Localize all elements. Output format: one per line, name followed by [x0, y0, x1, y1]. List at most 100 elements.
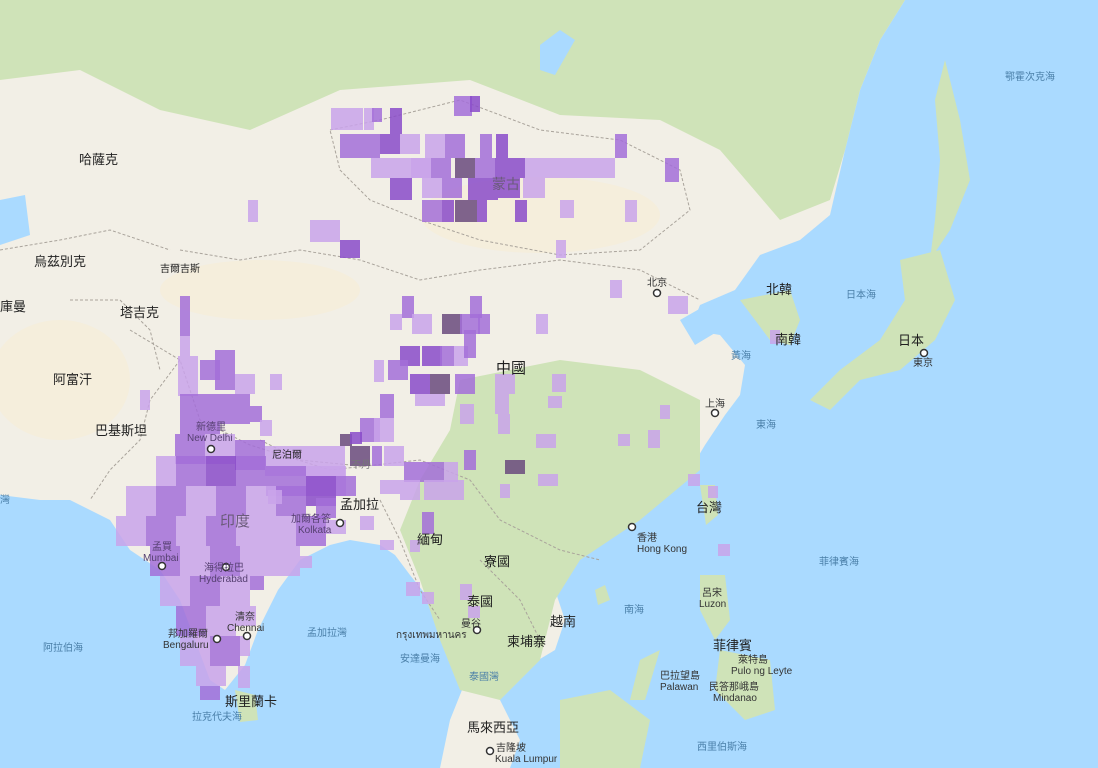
island-label-luzon[interactable]: 呂宋	[702, 586, 722, 599]
country-label-japan[interactable]: 日本	[898, 333, 924, 348]
bengaluru-marker[interactable]	[212, 634, 222, 644]
sea-label-celebes-sea: 西里伯斯海	[697, 740, 747, 753]
city-label-kualalumpur-latin[interactable]: Kuala Lumpur	[495, 754, 558, 765]
city-label-mumbai-latin[interactable]: Mumbai	[143, 553, 179, 564]
country-label-srilanka[interactable]: 斯里蘭卡	[225, 694, 277, 709]
city-label-newdelhi-latin[interactable]: New Delhi	[187, 433, 233, 444]
city-label-kolkata-latin[interactable]: Kolkata	[298, 525, 332, 536]
occurrence-cell-0	[331, 108, 363, 130]
occurrence-cell-91	[384, 446, 404, 466]
sea-label-gulf-thailand: 泰國灣	[469, 670, 499, 683]
city-label-hyderabad-latin[interactable]: Hyderabad	[199, 574, 248, 585]
city-label-chennai-latin[interactable]: Chennai	[227, 623, 264, 634]
beijing-marker[interactable]	[652, 288, 662, 298]
island-label-leyte-latin[interactable]: Pulo ng Leyte	[731, 666, 793, 677]
country-label-china[interactable]: 中國	[496, 360, 526, 377]
country-label-malaysia[interactable]: 馬來西亞	[467, 720, 519, 735]
country-label-india[interactable]: 印度	[220, 513, 250, 530]
city-label-chennai[interactable]: 清奈	[235, 610, 255, 623]
country-label-kazakhstan[interactable]: 哈薩克	[79, 152, 118, 167]
country-label-thailand[interactable]: 泰國	[467, 594, 493, 609]
hainan-island	[595, 585, 610, 605]
occurrence-cell-101	[648, 430, 660, 448]
occurrence-cell-18	[495, 158, 525, 178]
occurrence-cell-43	[412, 314, 432, 334]
city-label-tokyo[interactable]: 東京	[913, 356, 933, 369]
country-label-uzbekistan[interactable]: 烏茲別克	[34, 254, 86, 269]
country-label-bhutan[interactable]: 不丹	[351, 459, 371, 471]
city-label-bangkok-latin[interactable]: กรุงเทพมหานคร	[396, 630, 467, 641]
occurrence-cell-39	[556, 240, 566, 258]
island-label-luzon-latin[interactable]: Luzon	[699, 599, 726, 610]
occurrence-cell-79	[220, 394, 250, 424]
country-label-southkorea[interactable]: 南韓	[775, 332, 801, 347]
occurrence-cell-10	[445, 134, 465, 158]
occurrence-cell-6	[340, 134, 380, 158]
occurrence-cell-103	[688, 474, 700, 486]
country-label-northkorea[interactable]: 北韓	[766, 282, 792, 297]
city-label-hongkong[interactable]: 香港	[637, 532, 657, 544]
island-label-leyte[interactable]: 萊特島	[738, 653, 768, 666]
hongkong-marker[interactable]	[627, 522, 637, 532]
occurrence-cell-8	[400, 134, 420, 154]
occurrence-cell-42	[390, 314, 402, 330]
map-canvas[interactable]: 哈薩克 烏茲別克 吉爾吉斯 塔吉克 庫曼 阿富汗 巴基斯坦 蒙古 中國 尼泊爾 …	[0, 0, 1098, 768]
country-label-afghanistan[interactable]: 阿富汗	[53, 372, 92, 387]
city-label-newdelhi[interactable]: 新德里	[196, 420, 226, 433]
occurrence-cell-141	[250, 576, 264, 590]
occurrence-cell-88	[350, 432, 362, 444]
occurrence-cell-57	[410, 374, 430, 394]
occurrence-cell-80	[250, 406, 262, 422]
occurrence-cell-59	[455, 374, 475, 394]
country-label-cambodia[interactable]: 柬埔寨	[507, 634, 546, 649]
occurrence-cell-71	[180, 336, 190, 356]
country-label-tajikistan[interactable]: 塔吉克	[120, 305, 159, 320]
country-label-vietnam[interactable]: 越南	[550, 614, 576, 629]
occurrence-cell-99	[536, 434, 556, 448]
city-label-hongkong-latin[interactable]: Hong Kong	[637, 544, 687, 555]
occurrence-cell-12	[496, 134, 508, 158]
sea-label-east-sea: 東海	[756, 418, 776, 431]
city-label-bengaluru-latin[interactable]: Bengaluru	[163, 640, 209, 651]
shanghai-marker[interactable]	[710, 408, 720, 418]
occurrence-cell-110	[126, 486, 156, 516]
occurrence-cell-66	[548, 396, 562, 408]
occurrence-cell-77	[140, 390, 150, 410]
newdelhi-marker[interactable]	[206, 444, 216, 454]
country-label-philippines[interactable]: 菲律賓	[713, 638, 752, 653]
city-label-beijing[interactable]: 北京	[647, 276, 667, 289]
kualalumpur-marker[interactable]	[485, 746, 495, 756]
country-label-taiwan[interactable]: 台灣	[696, 500, 722, 515]
island-label-mindanao[interactable]: 民答那峨島	[709, 680, 759, 693]
occurrence-cell-64	[498, 414, 510, 434]
occurrence-cell-138	[160, 576, 190, 606]
country-label-kyrgyzstan[interactable]: 吉爾吉斯	[160, 262, 200, 275]
occurrence-cell-24	[422, 178, 442, 198]
country-label-bangladesh[interactable]: 孟加拉	[340, 497, 379, 512]
country-label-myanmar[interactable]: 緬甸	[417, 532, 443, 547]
country-label-pakistan[interactable]: 巴基斯坦	[95, 423, 147, 438]
country-label-nepal[interactable]: 尼泊爾	[272, 449, 302, 461]
occurrence-cell-38	[248, 200, 258, 222]
occurrence-cell-95	[464, 450, 476, 470]
occurrence-cell-30	[442, 200, 454, 222]
country-label-mongolia[interactable]: 蒙古	[492, 176, 520, 192]
occurrence-cell-150	[200, 686, 220, 700]
country-label-turkmenistan[interactable]: 庫曼	[0, 299, 26, 314]
city-label-mumbai[interactable]: 孟買	[152, 541, 172, 553]
kolkata-marker[interactable]	[335, 518, 345, 528]
city-label-kolkata[interactable]: 加爾各答	[291, 512, 331, 525]
city-label-bangkok[interactable]: 曼谷	[461, 618, 481, 630]
island-label-palawan[interactable]: 巴拉望島	[660, 669, 700, 682]
island-label-mindanao-latin[interactable]: Mindanao	[713, 693, 757, 704]
island-label-palawan-latin[interactable]: Palawan	[660, 682, 698, 693]
tokyo-marker[interactable]	[919, 348, 929, 358]
occurrence-cell-112	[186, 486, 216, 516]
city-label-shanghai[interactable]: 上海	[705, 397, 725, 410]
city-label-bengaluru[interactable]: 邦加羅爾	[168, 627, 208, 640]
occurrence-cell-33	[515, 200, 527, 222]
country-label-laos[interactable]: 寮國	[484, 554, 510, 569]
city-label-hyderabad[interactable]: 海得拉巴	[204, 561, 244, 574]
city-label-kualalumpur[interactable]: 吉隆坡	[496, 741, 526, 754]
sea-label-south-sea: 南海	[624, 603, 644, 616]
